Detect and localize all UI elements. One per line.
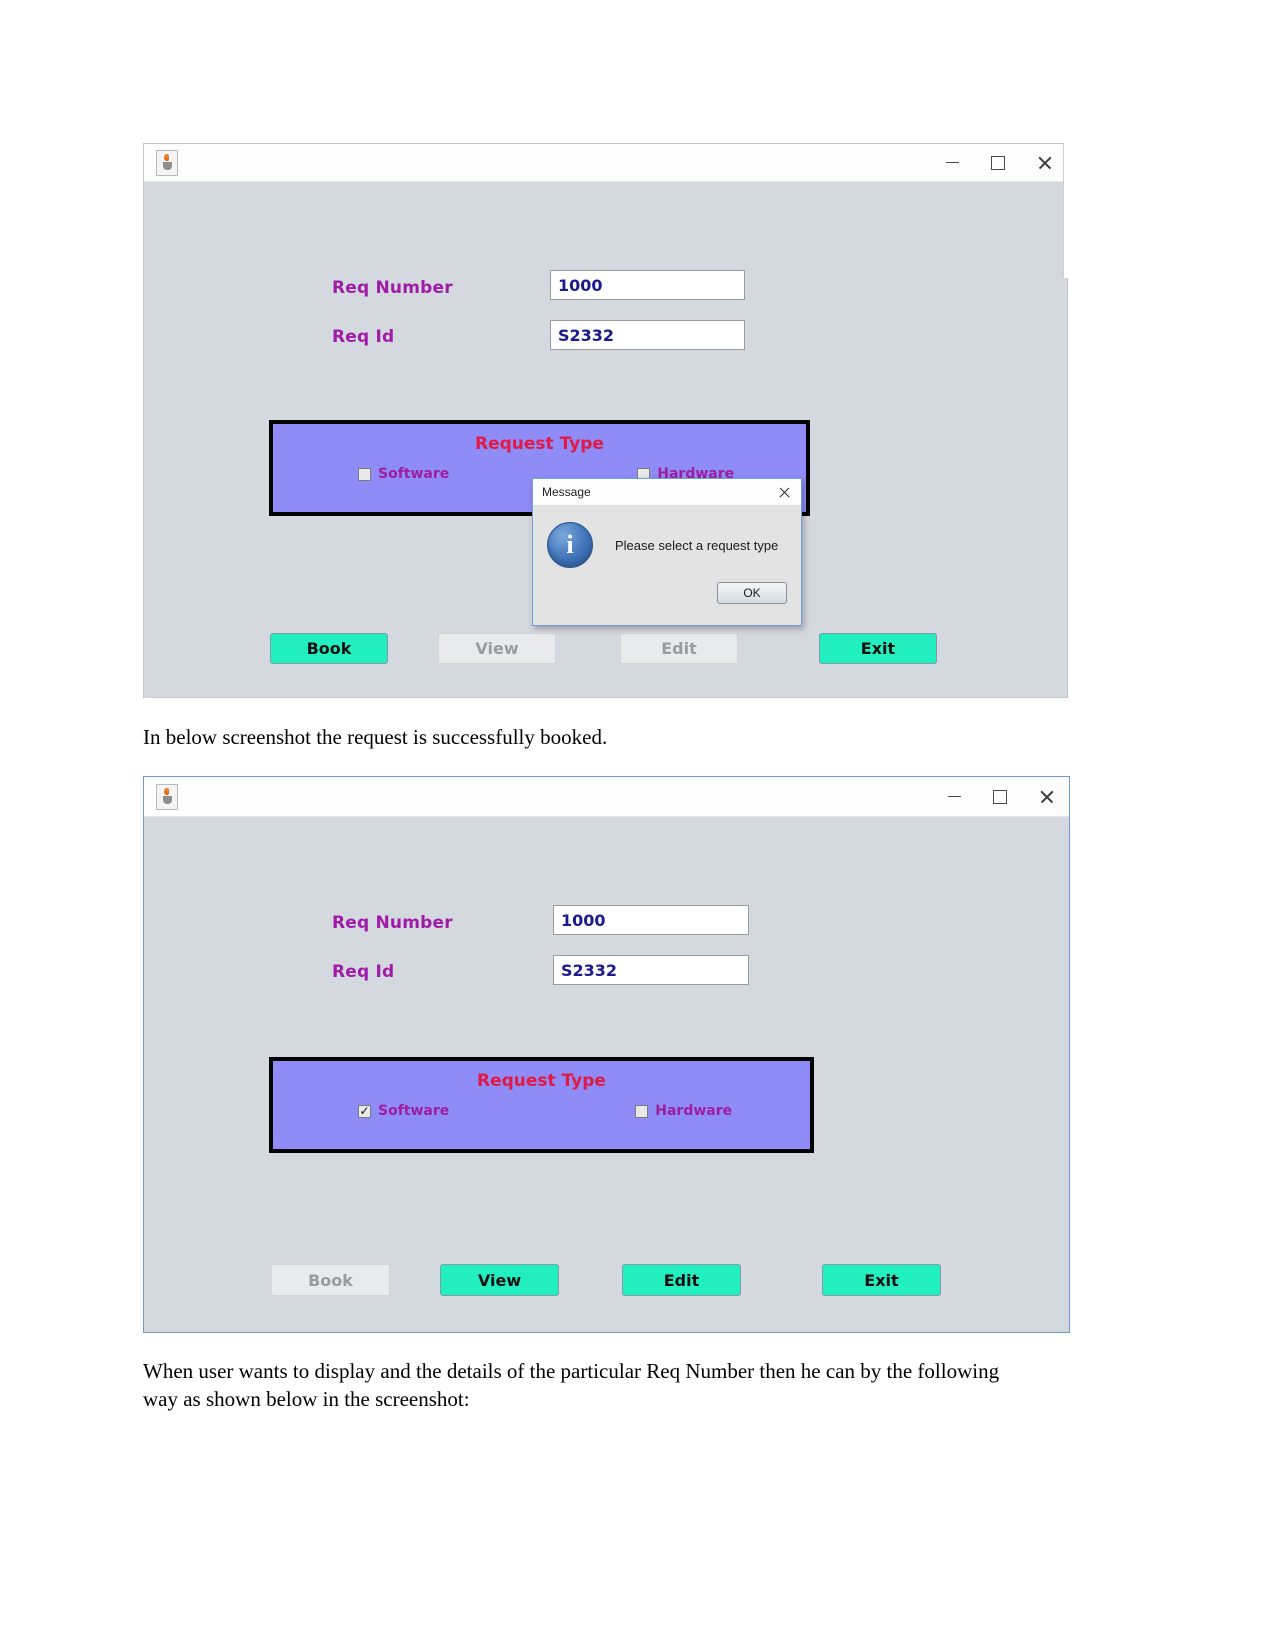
close-button[interactable] xyxy=(1021,144,1067,182)
checkbox-hardware[interactable]: Hardware xyxy=(635,1103,732,1119)
info-icon: i xyxy=(547,522,593,568)
message-dialog-title: Message xyxy=(542,485,591,499)
edit-button[interactable]: Edit xyxy=(620,633,738,664)
req-id-input[interactable] xyxy=(550,320,745,350)
req-id-input[interactable] xyxy=(553,955,749,985)
checkbox-hardware-label: Hardware xyxy=(655,1103,733,1119)
request-type-options: ✓ Software Hardware xyxy=(273,1103,810,1119)
message-dialog-content: i Please select a request type xyxy=(533,506,801,574)
minimize-button[interactable] xyxy=(929,144,975,182)
request-type-panel: Request Type ✓ Software Hardware xyxy=(269,1057,814,1153)
screenshot-window-1: Req Number Req Id Request Type Software … xyxy=(143,143,1068,698)
minimize-button[interactable] xyxy=(931,778,977,816)
checkbox-hardware-box[interactable] xyxy=(635,1104,649,1118)
window-1-titlebar xyxy=(144,144,1067,182)
request-type-title: Request Type xyxy=(477,1071,606,1091)
book-button[interactable]: Book xyxy=(270,633,388,664)
checkbox-software[interactable]: Software xyxy=(358,466,449,482)
req-id-label: Req Id xyxy=(332,327,395,347)
checkbox-software-label: Software xyxy=(378,1103,450,1119)
maximize-button[interactable] xyxy=(975,144,1021,182)
view-button[interactable]: View xyxy=(438,633,556,664)
close-button[interactable] xyxy=(1023,778,1069,816)
window-2-controls xyxy=(931,778,1069,816)
window-1-right-artifact xyxy=(1063,143,1070,278)
paragraph-one: In below screenshot the request is succe… xyxy=(143,725,608,749)
message-dialog-titlebar: Message xyxy=(533,479,801,506)
book-button[interactable]: Book xyxy=(271,1264,390,1296)
req-number-label: Req Number xyxy=(332,913,453,933)
req-number-label: Req Number xyxy=(332,278,453,298)
req-number-input[interactable] xyxy=(550,270,745,300)
request-type-title: Request Type xyxy=(475,434,604,454)
checkbox-software[interactable]: ✓ Software xyxy=(358,1103,449,1119)
field-row-req-id: Req Id xyxy=(332,327,394,347)
message-dialog-close-icon[interactable] xyxy=(778,486,791,499)
message-dialog-text: Please select a request type xyxy=(615,537,779,553)
left-edge-artifact xyxy=(144,182,151,698)
screenshot-window-2: Req Number Req Id Request Type ✓ Softwar… xyxy=(143,776,1070,1333)
req-number-input[interactable] xyxy=(553,905,749,935)
exit-button[interactable]: Exit xyxy=(819,633,937,664)
java-cup-icon xyxy=(156,149,178,176)
req-id-label: Req Id xyxy=(332,962,395,982)
java-cup-icon xyxy=(156,783,178,810)
window-1-body: Req Number Req Id Request Type Software … xyxy=(144,182,1067,698)
field-row-req-number: Req Number xyxy=(332,913,453,933)
view-button[interactable]: View xyxy=(440,1264,559,1296)
checkbox-software-box[interactable]: ✓ xyxy=(358,1104,371,1118)
ok-button[interactable]: OK xyxy=(717,582,787,604)
field-row-req-id: Req Id xyxy=(332,962,394,982)
window-2-titlebar xyxy=(144,777,1069,817)
checkbox-software-label: Software xyxy=(378,466,450,482)
message-dialog-footer: OK xyxy=(533,574,801,616)
exit-button[interactable]: Exit xyxy=(822,1264,941,1296)
window-1-controls xyxy=(929,144,1067,182)
edit-button[interactable]: Edit xyxy=(622,1264,741,1296)
field-row-req-number: Req Number xyxy=(332,278,453,298)
maximize-button[interactable] xyxy=(977,778,1023,816)
checkbox-software-box[interactable] xyxy=(358,467,371,481)
paragraph-two: When user wants to display and the detai… xyxy=(143,1359,1000,1412)
window-2-body: Req Number Req Id Request Type ✓ Softwar… xyxy=(144,817,1069,1332)
message-dialog: Message i Please select a request type O… xyxy=(532,478,802,626)
